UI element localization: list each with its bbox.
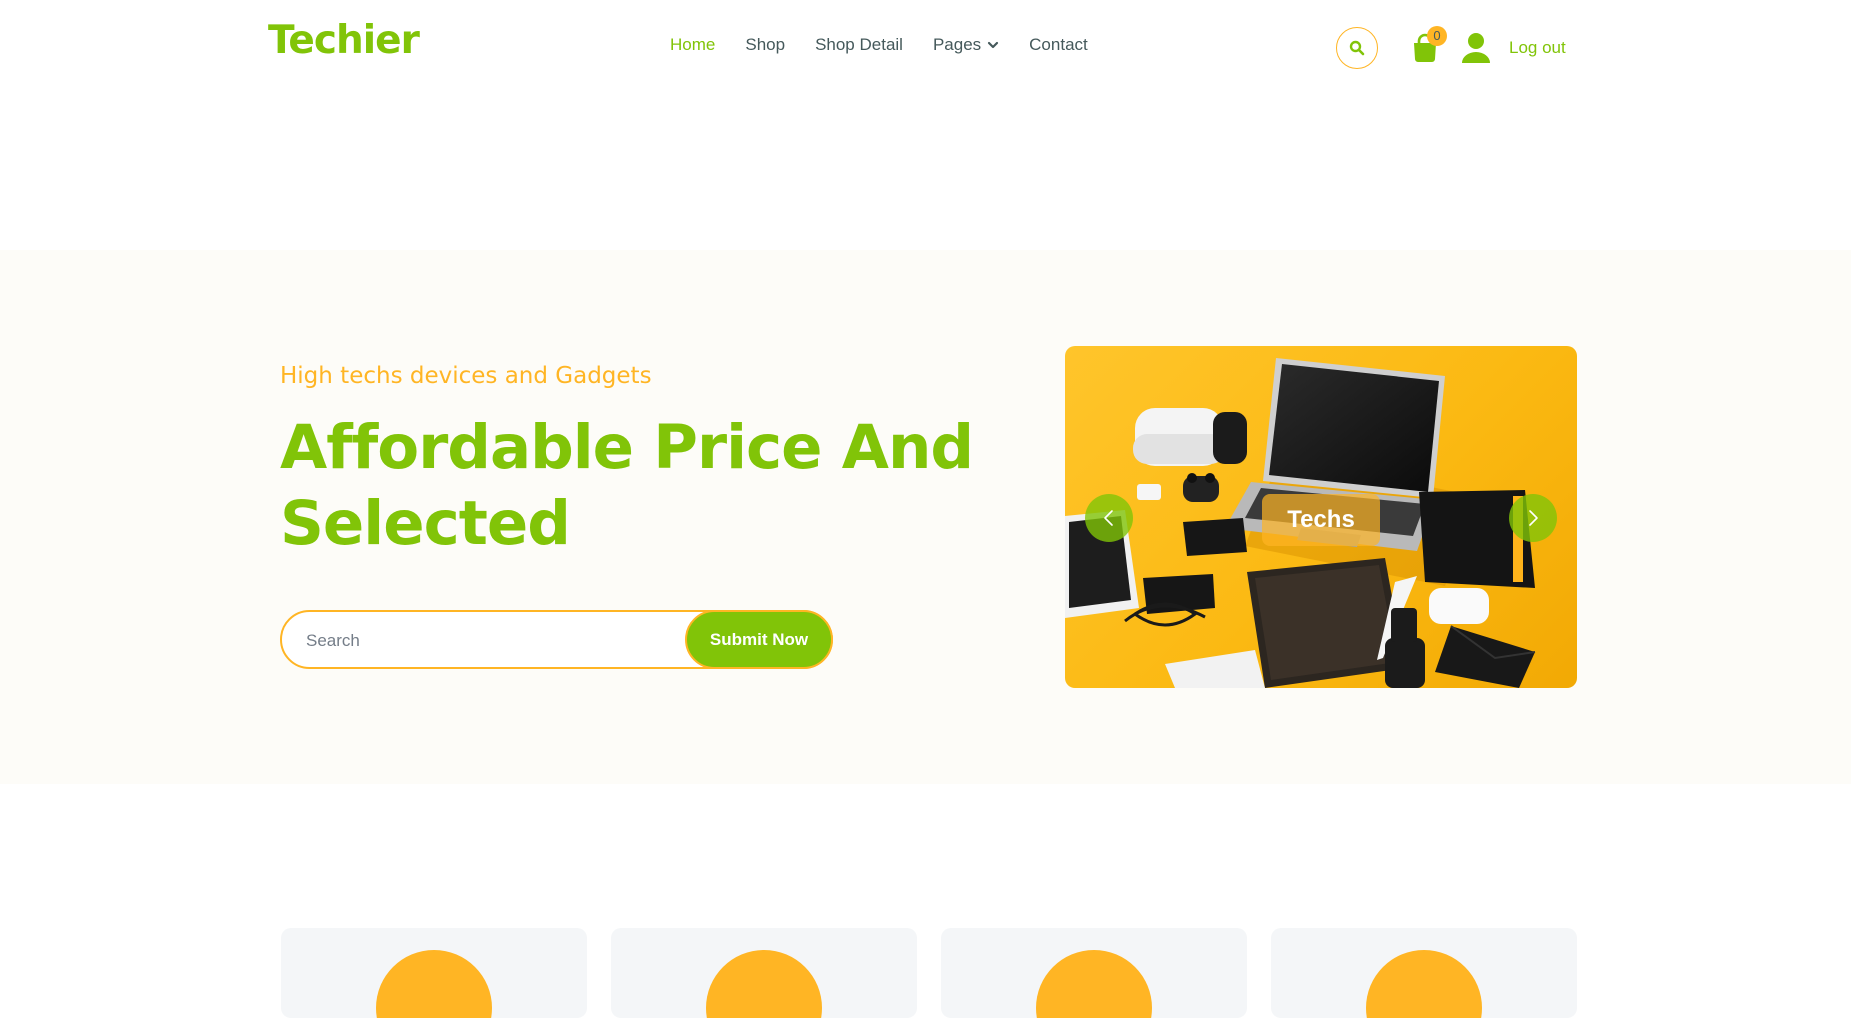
carousel-next-button[interactable] — [1509, 494, 1557, 542]
hero-carousel: Techs — [1065, 346, 1577, 688]
nav-link-contact[interactable]: Contact — [1029, 35, 1088, 55]
search-button[interactable] — [1336, 27, 1378, 69]
feature-card-4 — [1271, 928, 1577, 1018]
carousel-caption: Techs — [1262, 494, 1380, 546]
nav-link-home[interactable]: Home — [670, 35, 715, 55]
nav-link-pages[interactable]: Pages — [933, 35, 999, 55]
logout-link[interactable]: Log out — [1509, 38, 1566, 58]
brand-logo[interactable]: Techier — [268, 18, 420, 63]
feature-icon — [1366, 950, 1482, 1018]
nav-link-pages-label: Pages — [932, 35, 982, 54]
user-icon — [1462, 33, 1490, 63]
hero-headline: Affordable Price And Selected — [280, 412, 974, 559]
hero-search-input[interactable] — [304, 612, 668, 669]
navbar: Techier Home Shop Shop Detail Pages Cont… — [0, 0, 1851, 95]
chevron-down-icon — [988, 41, 999, 49]
carousel-prev-button[interactable] — [1085, 494, 1133, 542]
feature-card-2 — [611, 928, 917, 1018]
nav-actions: 0 Log out — [1336, 25, 1566, 71]
submit-now-button[interactable]: Submit Now — [685, 610, 833, 669]
hero-eyebrow: High techs devices and Gadgets — [280, 363, 652, 389]
chevron-left-icon — [1104, 510, 1113, 526]
search-icon — [1349, 40, 1365, 56]
user-account-button[interactable] — [1459, 30, 1493, 66]
nav-link-shop-detail[interactable]: Shop Detail — [815, 35, 903, 55]
feature-icon — [706, 950, 822, 1018]
chevron-right-icon — [1529, 510, 1538, 526]
feature-icon — [1036, 950, 1152, 1018]
feature-card-1 — [281, 928, 587, 1018]
nav-link-shop[interactable]: Shop — [745, 35, 785, 55]
hero-search-form: Submit Now — [280, 610, 833, 669]
feature-icon — [376, 950, 492, 1018]
main-nav: Home Shop Shop Detail Pages Contact — [670, 35, 1088, 55]
cart-button[interactable]: 0 — [1407, 26, 1447, 66]
cart-count-badge: 0 — [1427, 26, 1447, 46]
hero-section: High techs devices and Gadgets Affordabl… — [0, 250, 1851, 784]
feature-card-3 — [941, 928, 1247, 1018]
